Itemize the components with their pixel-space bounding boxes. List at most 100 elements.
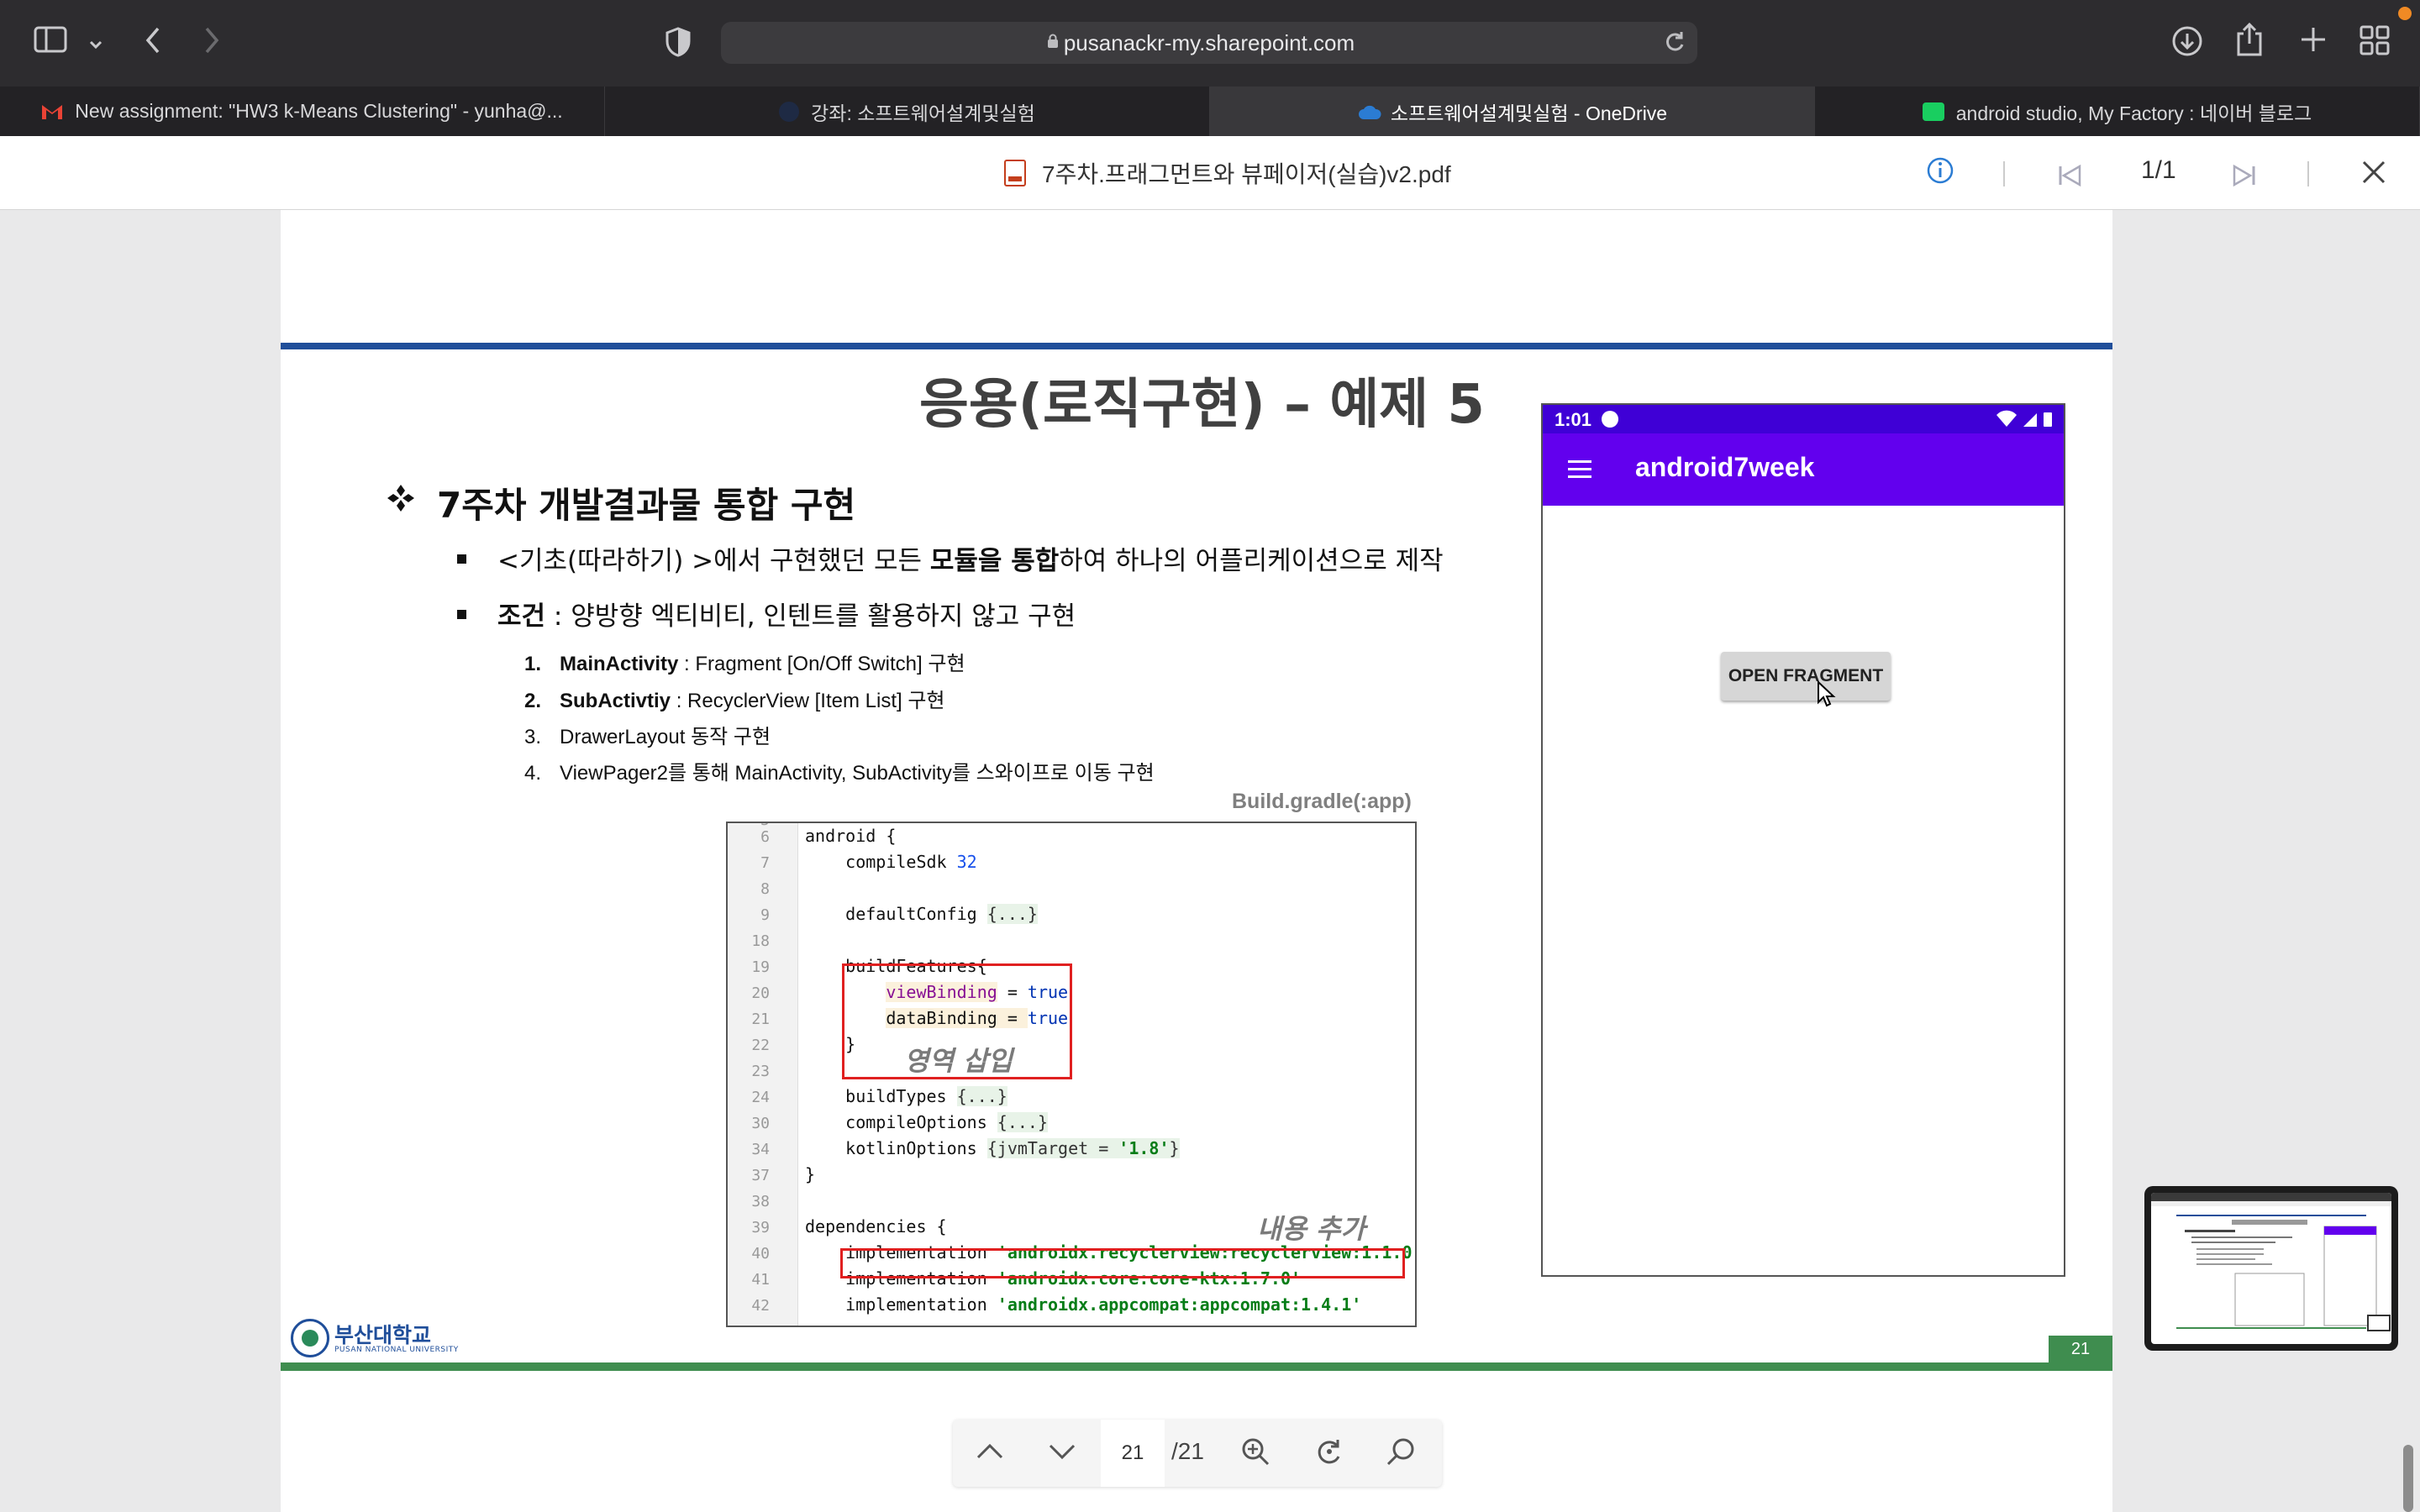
rotate-icon[interactable]	[1313, 1435, 1346, 1476]
line-number: 42	[751, 1297, 770, 1315]
line-number: 21	[751, 1011, 770, 1028]
divider	[2003, 161, 2005, 186]
code-text: {jvmTarget =	[986, 1138, 1119, 1158]
university-seal-icon	[291, 1319, 329, 1357]
code-line: 34 kotlinOptions {jvmTarget = '1.8'}	[728, 1136, 1415, 1162]
item-text: : Fragment [On/Off Switch] 구현	[678, 653, 965, 675]
divider	[2307, 161, 2309, 186]
university-name-en: PUSAN NATIONAL UNIVERSITY	[334, 1346, 459, 1354]
code-text: defaultConfig	[845, 904, 987, 924]
line-number: 20	[751, 984, 770, 1002]
item-text: ViewPager2를 통해 MainActivity, SubActivity…	[560, 762, 1155, 785]
tab-label: android studio, My Factory : 네이버 블로그	[1955, 102, 2312, 124]
list-item: 4. ViewPager2를 통해 MainActivity, SubActivi…	[524, 756, 1155, 785]
pdf-file-icon	[1004, 160, 1026, 186]
app-bar: android7week	[1543, 433, 2064, 506]
reload-icon[interactable]	[1664, 30, 1686, 60]
item-bold: MainActivity	[560, 653, 679, 675]
code-text: compileOptions	[845, 1112, 997, 1132]
tab-course[interactable]: 강좌: 소프트웨어설계및실험	[605, 87, 1210, 136]
code-text: 'androidx.appcompat:appcompat:1.4.1'	[997, 1294, 1362, 1315]
forward-icon[interactable]	[202, 25, 222, 63]
university-logo: 부산대학교 PUSAN NATIONAL UNIVERSITY	[291, 1319, 459, 1361]
signal-battery-icon	[1995, 410, 2055, 433]
line-number: 8	[760, 880, 770, 898]
code-text: {...}	[956, 1086, 1007, 1106]
zoom-in-icon[interactable]	[1239, 1435, 1272, 1476]
hamburger-menu-icon[interactable]	[1568, 460, 1591, 479]
thumbnail-page	[2151, 1193, 2391, 1344]
list-item: 2. SubActivtiy : RecyclerView [Item List]…	[524, 684, 945, 713]
page-thumbnail-preview[interactable]	[2144, 1186, 2398, 1351]
code-line: 37}	[728, 1162, 1415, 1188]
line-number: 38	[751, 1193, 770, 1210]
back-icon[interactable]	[143, 25, 163, 63]
code-text: android {	[805, 826, 897, 846]
chevron-down-icon[interactable]	[87, 29, 104, 62]
item-number: 3.	[524, 726, 542, 748]
line-number: 23	[751, 1063, 770, 1080]
downloads-icon[interactable]	[2171, 25, 2203, 65]
onedrive-icon	[1357, 102, 1381, 121]
browser-toolbar: pusanackr-my.sharepoint.com	[0, 0, 2420, 87]
tab-label: 강좌: 소프트웨어설계및실험	[811, 102, 1035, 124]
line-number: 37	[751, 1167, 770, 1184]
code-text: }	[1169, 1138, 1180, 1158]
list-item: 1. MainActivity : Fragment [On/Off Switch…	[524, 647, 965, 676]
code-line: 42 implementation 'androidx.appcompat:ap…	[728, 1292, 1415, 1318]
first-page-icon[interactable]	[2057, 160, 2082, 194]
code-line: 6 android {	[728, 823, 1415, 849]
tab-onedrive[interactable]: 소프트웨어설계및실험 - OneDrive	[1210, 87, 1815, 136]
code-line: 23	[728, 1058, 1415, 1084]
close-icon[interactable]	[2361, 158, 2386, 192]
info-icon[interactable]	[1926, 156, 1954, 192]
code-text: compileSdk	[845, 852, 957, 872]
next-page-icon[interactable]	[1045, 1435, 1079, 1476]
tab-overview-icon[interactable]	[2360, 25, 2390, 63]
square-bullet	[457, 610, 466, 619]
main-bullet: 7주차 개발결과물 통합 구현	[437, 485, 856, 526]
line-number: 40	[751, 1245, 770, 1263]
share-icon[interactable]	[2235, 22, 2264, 65]
tab-naver-blog[interactable]: android studio, My Factory : 네이버 블로그	[1815, 87, 2420, 136]
gradle-caption: Build.gradle(:app)	[1232, 790, 1412, 813]
new-tab-icon[interactable]	[2299, 25, 2328, 61]
code-text: }	[805, 1164, 816, 1184]
tab-gmail[interactable]: New assignment: "HW3 k-Means Clustering"…	[0, 87, 605, 136]
open-fragment-button[interactable]: OPEN FRAGMENT	[1721, 652, 1891, 701]
annotation-add: 내용 추가	[1257, 1213, 1365, 1245]
line-number: 34	[751, 1141, 770, 1158]
address-bar[interactable]: pusanackr-my.sharepoint.com	[721, 22, 1697, 64]
previous-page-icon[interactable]	[973, 1435, 1007, 1476]
tab-bar: New assignment: "HW3 k-Means Clustering"…	[0, 87, 2420, 136]
slide-top-rule	[281, 343, 2112, 349]
code-text: {...}	[986, 904, 1038, 924]
code-line: 9 defaultConfig {...}	[728, 901, 1415, 927]
code-text: 32	[956, 852, 977, 872]
university-name: 부산대학교	[334, 1323, 432, 1347]
status-bar: 1:01	[1543, 405, 2064, 433]
phone-screenshot: 1:01 android7week OPEN FRAGMENT	[1541, 403, 2065, 1277]
list-item: 3. DrawerLayout 동작 구현	[524, 720, 771, 749]
code-text: kotlinOptions	[845, 1138, 987, 1158]
status-app-icon	[1602, 411, 1618, 428]
square-bullet	[457, 554, 466, 564]
course-icon	[779, 101, 800, 122]
mouse-cursor-icon	[1817, 680, 1837, 712]
page-number-input[interactable]: 21	[1101, 1420, 1165, 1487]
privacy-shield-icon[interactable]	[666, 27, 691, 65]
gmail-icon	[41, 102, 63, 121]
notification-dot	[2398, 7, 2412, 20]
search-icon[interactable]	[1385, 1435, 1418, 1476]
last-page-icon[interactable]	[2232, 160, 2257, 194]
sidebar-toggle-icon[interactable]	[34, 25, 67, 61]
line-number: 30	[751, 1115, 770, 1132]
vertical-scrollbar[interactable]	[2403, 1445, 2413, 1512]
item-number: 4.	[524, 762, 542, 785]
bullet-bold: 조건	[497, 601, 546, 632]
item-bold: SubActivtiy	[560, 690, 671, 712]
line-number: 41	[751, 1271, 770, 1289]
item-number: 1.	[524, 653, 542, 675]
bullet-condition: 조건 : 양방향 엑티비티, 인텐트를 활용하지 않고 구현	[497, 595, 1076, 633]
bullet-text: : 양방향 엑티비티, 인텐트를 활용하지 않고 구현	[545, 601, 1076, 632]
